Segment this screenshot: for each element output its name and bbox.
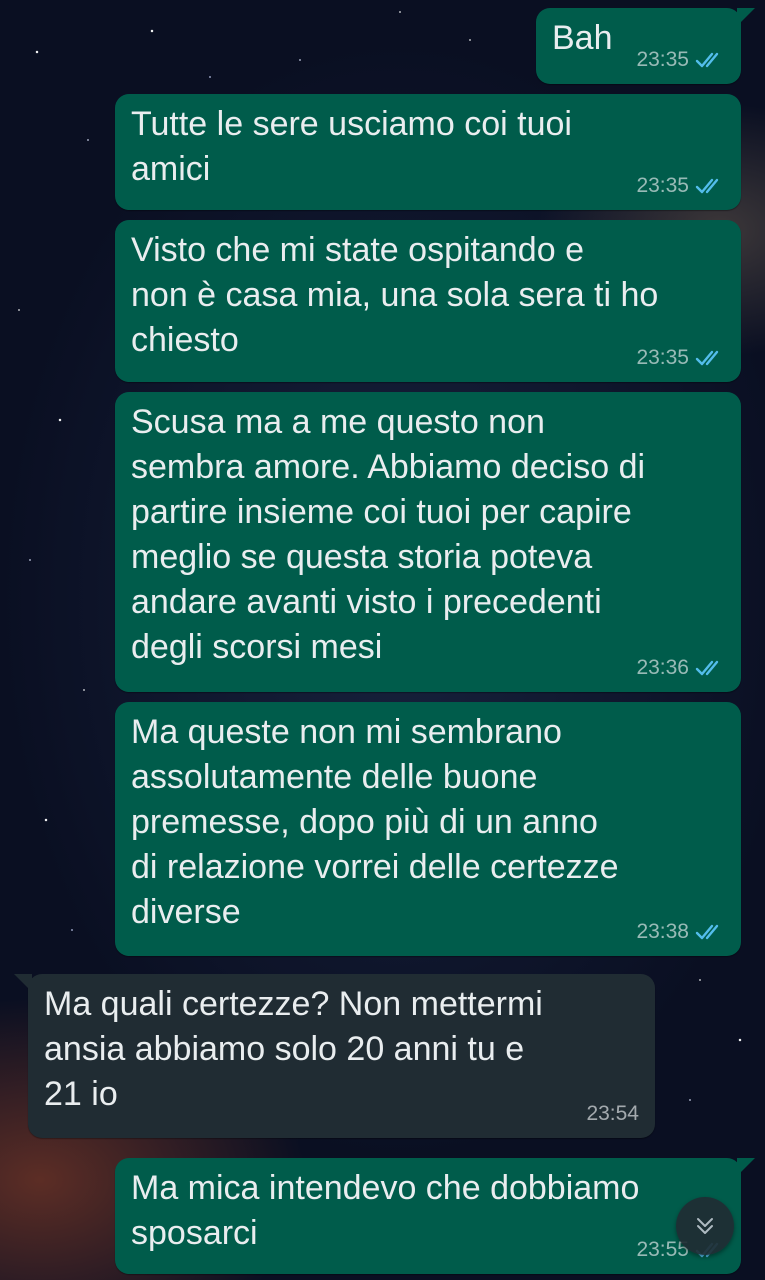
message-time: 23:36 xyxy=(636,656,689,679)
message-meta: 23:35 xyxy=(636,48,725,72)
message-text: Ma mica intendevo che dobbiamo sposarci xyxy=(131,1169,640,1252)
message-bubble-sent[interactable]: Ma queste non mi sembrano assolutamente … xyxy=(115,702,741,956)
message-time: 23:38 xyxy=(636,920,689,943)
message-text: Tutte le sere usciamo coi tuoi amici xyxy=(131,105,572,188)
message-meta: 23:54 xyxy=(586,1102,639,1126)
message-text: Ma queste non mi sembrano assolutamente … xyxy=(131,713,619,931)
message-text: Bah xyxy=(552,19,613,57)
message-bubble-sent[interactable]: Scusa ma a me questo non sembra amore. A… xyxy=(115,392,741,692)
double-check-icon xyxy=(695,660,719,676)
double-check-icon xyxy=(695,178,719,194)
double-check-icon xyxy=(695,52,719,68)
message-bubble-sent[interactable]: Ma mica intendevo che dobbiamo sposarci … xyxy=(115,1158,755,1274)
message-meta: 23:38 xyxy=(636,920,725,944)
scroll-to-bottom-button[interactable] xyxy=(676,1197,734,1255)
message-bubble-sent[interactable]: Visto che mi state ospitando e non è cas… xyxy=(115,220,741,382)
message-time: 23:35 xyxy=(636,174,689,197)
double-check-icon xyxy=(695,924,719,940)
message-meta: 23:35 xyxy=(636,346,725,370)
message-text: Ma quali certezze? Non mettermi ansia ab… xyxy=(44,985,543,1113)
message-bubble-sent[interactable]: Tutte le sere usciamo coi tuoi amici 23:… xyxy=(115,94,741,210)
message-text: Visto che mi state ospitando e non è cas… xyxy=(131,231,659,359)
message-meta: 23:35 xyxy=(636,174,725,198)
message-bubble-received[interactable]: Ma quali certezze? Non mettermi ansia ab… xyxy=(14,974,655,1138)
message-bubble-sent[interactable]: Bah 23:35 xyxy=(536,8,755,84)
message-time: 23:35 xyxy=(636,346,689,369)
chevron-down-icon xyxy=(697,1218,713,1234)
message-meta: 23:36 xyxy=(636,656,725,680)
message-time: 23:54 xyxy=(586,1102,639,1125)
double-check-icon xyxy=(695,350,719,366)
message-time: 23:35 xyxy=(636,48,689,71)
message-text: Scusa ma a me questo non sembra amore. A… xyxy=(131,403,646,666)
